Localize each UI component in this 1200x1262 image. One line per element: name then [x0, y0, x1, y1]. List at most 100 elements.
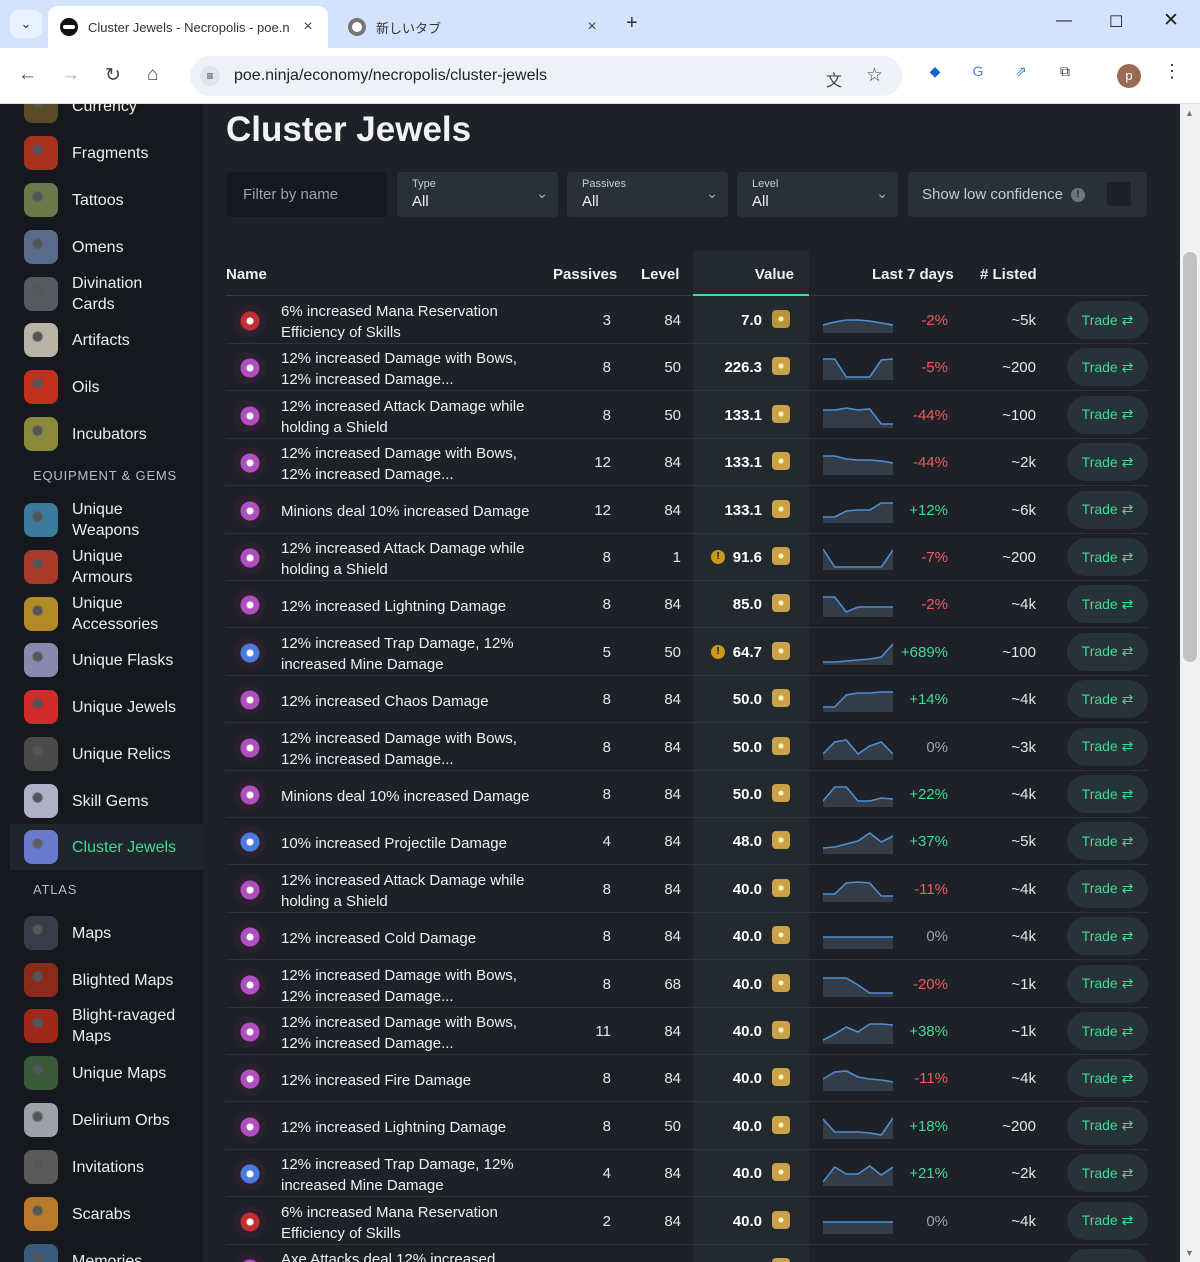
- trade-button[interactable]: Trade ⇄: [1067, 917, 1148, 956]
- trade-button[interactable]: Trade ⇄: [1067, 348, 1148, 387]
- passives-dropdown[interactable]: Passives All ⌄: [567, 172, 728, 217]
- table-row[interactable]: 12% increased Attack Damage while holdin…: [226, 392, 1148, 439]
- sidebar-item-incubators[interactable]: Incubators: [10, 412, 203, 456]
- sidebar-item-omens[interactable]: Omens: [10, 225, 203, 269]
- table-row[interactable]: 12% increased Cold Damage 8 84 40.0 0% ~4k Tra…: [226, 913, 1148, 961]
- jewel-name[interactable]: 12% increased Fire Damage: [281, 1059, 531, 1101]
- trade-button[interactable]: Trade ⇄: [1067, 1154, 1148, 1193]
- sidebar-item-cluster-jewels[interactable]: Cluster Jewels: [10, 824, 203, 870]
- trade-button[interactable]: Trade ⇄: [1067, 632, 1148, 671]
- trade-button[interactable]: Trade ⇄: [1067, 1059, 1148, 1098]
- header-name[interactable]: Name: [226, 266, 267, 283]
- jewel-name[interactable]: 12% increased Damage with Bows, 12% incr…: [281, 348, 531, 390]
- sidebar-item-unique-weapons[interactable]: Unique Weapons: [10, 498, 203, 542]
- extension-share-icon[interactable]: ⇗: [1010, 60, 1032, 82]
- sidebar-item-unique-maps[interactable]: Unique Maps: [10, 1051, 203, 1095]
- sidebar-item-delirium-orbs[interactable]: Delirium Orbs: [10, 1098, 203, 1142]
- jewel-name[interactable]: 10% increased Projectile Damage: [281, 822, 531, 864]
- sidebar-item-unique-relics[interactable]: Unique Relics: [10, 732, 203, 776]
- browser-tab-active[interactable]: Cluster Jewels - Necropolis - poe.n ×: [48, 6, 328, 48]
- bookmark-star-icon[interactable]: ☆: [866, 64, 883, 87]
- jewel-name[interactable]: Axe Attacks deal 12% increased Damage: [281, 1249, 531, 1262]
- jewel-name[interactable]: 12% increased Damage with Bows, 12% incr…: [281, 965, 531, 1007]
- jewel-name[interactable]: 12% increased Attack Damage while holdin…: [281, 396, 531, 438]
- sidebar-item-scarabs[interactable]: Scarabs: [10, 1192, 203, 1236]
- forward-button[interactable]: →: [61, 64, 80, 86]
- jewel-name[interactable]: 12% increased Lightning Damage: [281, 1107, 531, 1149]
- table-row[interactable]: Axe Attacks deal 12% increased Damage Tra…: [226, 1245, 1148, 1262]
- trade-button[interactable]: Trade ⇄: [1067, 538, 1148, 576]
- jewel-name[interactable]: 12% increased Damage with Bows, 12% incr…: [281, 728, 531, 770]
- tab-search-button[interactable]: ⌄: [10, 10, 42, 38]
- extensions-puzzle-icon[interactable]: ⧉: [1054, 60, 1076, 82]
- profile-avatar[interactable]: p: [1117, 64, 1141, 88]
- table-row[interactable]: Minions deal 10% increased Damage 8 84 50.0…: [226, 771, 1148, 818]
- trade-button[interactable]: Trade ⇄: [1067, 395, 1148, 434]
- table-row[interactable]: 12% increased Chaos Damage 8 84 50.0 +14% ~4k…: [226, 676, 1148, 724]
- low-confidence-checkbox[interactable]: [1107, 182, 1131, 206]
- sidebar-item-divination-cards[interactable]: Divination Cards: [10, 272, 203, 316]
- trade-button[interactable]: Trade ⇄: [1067, 1012, 1148, 1050]
- jewel-name[interactable]: Minions deal 10% increased Damage: [281, 491, 531, 533]
- scrollbar-thumb[interactable]: [1183, 252, 1197, 662]
- level-dropdown[interactable]: Level All ⌄: [737, 172, 898, 217]
- table-row[interactable]: 6% increased Mana Reservation Efficiency…: [226, 297, 1148, 344]
- menu-kebab-icon[interactable]: ⋮: [1161, 60, 1183, 82]
- back-button[interactable]: ←: [18, 64, 37, 86]
- sidebar-item-blight-ravaged-maps[interactable]: Blight-ravaged Maps: [10, 1004, 203, 1048]
- jewel-name[interactable]: 12% increased Trap Damage, 12% increased…: [281, 1154, 531, 1196]
- jewel-name[interactable]: 12% increased Chaos Damage: [281, 680, 531, 722]
- table-row[interactable]: 6% increased Mana Reservation Efficiency…: [226, 1198, 1148, 1245]
- sidebar-item-blighted-maps[interactable]: Blighted Maps: [10, 958, 203, 1002]
- table-row[interactable]: 12% increased Damage with Bows, 12% incr…: [226, 439, 1148, 487]
- scroll-down-icon[interactable]: ▼: [1185, 1248, 1194, 1258]
- new-tab-button[interactable]: +: [626, 12, 638, 35]
- extension-translate-icon[interactable]: G: [967, 60, 989, 82]
- table-row[interactable]: 12% increased Damage with Bows, 12% incr…: [226, 961, 1148, 1008]
- jewel-name[interactable]: 12% increased Trap Damage, 12% increased…: [281, 633, 531, 675]
- low-confidence-toggle[interactable]: Show low confidence !: [908, 172, 1147, 217]
- filter-by-name-input[interactable]: [227, 172, 387, 217]
- home-button[interactable]: ⌂: [147, 64, 158, 86]
- sidebar-item-unique-flasks[interactable]: Unique Flasks: [10, 638, 203, 682]
- sidebar-item-artifacts[interactable]: Artifacts: [10, 318, 203, 362]
- trade-button[interactable]: Trade ⇄: [1067, 727, 1148, 766]
- close-icon[interactable]: ×: [300, 18, 316, 36]
- jewel-name[interactable]: 6% increased Mana Reservation Efficiency…: [281, 301, 531, 343]
- sidebar-item-tattoos[interactable]: Tattoos: [10, 178, 203, 222]
- scrollbar[interactable]: ▲ ▼: [1180, 104, 1200, 1262]
- close-icon[interactable]: ×: [584, 18, 600, 36]
- header-listed[interactable]: # Listed: [980, 266, 1037, 283]
- jewel-name[interactable]: 12% increased Cold Damage: [281, 917, 531, 959]
- window-close-button[interactable]: ✕: [1163, 9, 1179, 32]
- sidebar-item-fragments[interactable]: Fragments: [10, 131, 203, 175]
- sidebar-item-oils[interactable]: Oils: [10, 365, 203, 409]
- header-passives[interactable]: Passives: [553, 266, 617, 283]
- jewel-name[interactable]: 12% increased Lightning Damage: [281, 585, 531, 627]
- sidebar-item-unique-armours[interactable]: Unique Armours: [10, 545, 203, 589]
- sidebar-item-skill-gems[interactable]: Skill Gems: [10, 779, 203, 823]
- sidebar-item-memories[interactable]: Memories: [10, 1239, 203, 1262]
- sidebar-item-maps[interactable]: Maps: [10, 911, 203, 955]
- site-info-icon[interactable]: ≡: [200, 66, 220, 86]
- table-row[interactable]: 12% increased Damage with Bows, 12% incr…: [226, 1008, 1148, 1055]
- reload-button[interactable]: ↻: [105, 64, 121, 87]
- info-icon[interactable]: !: [1070, 187, 1085, 202]
- table-row[interactable]: 12% increased Attack Damage while holdin…: [226, 534, 1148, 581]
- header-level[interactable]: Level: [641, 266, 679, 283]
- trade-button[interactable]: Trade ⇄: [1067, 1201, 1148, 1240]
- trade-button[interactable]: Trade ⇄: [1067, 822, 1148, 861]
- trade-button[interactable]: Trade ⇄: [1067, 775, 1148, 813]
- sidebar-item-unique-accessories[interactable]: Unique Accessories: [10, 592, 203, 636]
- sidebar-item-unique-jewels[interactable]: Unique Jewels: [10, 685, 203, 729]
- header-last-7-days[interactable]: Last 7 days: [872, 266, 954, 283]
- jewel-name[interactable]: Minions deal 10% increased Damage: [281, 775, 531, 817]
- trade-button[interactable]: Trade ⇄: [1067, 490, 1148, 529]
- scroll-up-icon[interactable]: ▲: [1185, 108, 1194, 118]
- translate-icon[interactable]: 文: [826, 67, 842, 91]
- trade-button[interactable]: Trade ⇄: [1067, 1249, 1148, 1262]
- sidebar-item-currency[interactable]: Currency: [10, 104, 203, 128]
- table-row[interactable]: 10% increased Projectile Damage 4 84 48.0 +3…: [226, 818, 1148, 866]
- browser-tab[interactable]: 新しいタブ ×: [336, 6, 612, 48]
- extension-diamond-icon[interactable]: ◆: [924, 60, 946, 82]
